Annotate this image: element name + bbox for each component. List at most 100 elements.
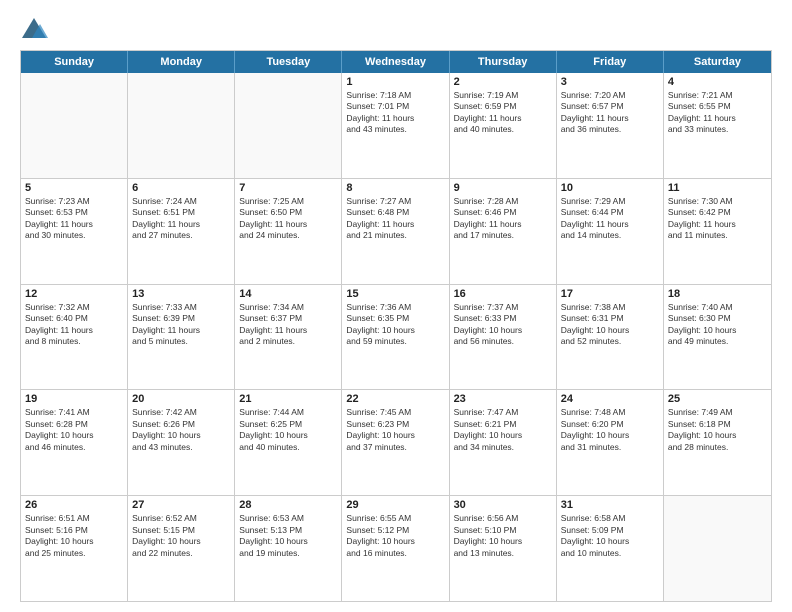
calendar-cell: 19 Sunrise: 7:41 AM Sunset: 6:28 PM Dayli… — [21, 390, 128, 495]
calendar-cell: 4Sunrise: 7:21 AM Sunset: 6:55 PM Daylig… — [664, 73, 771, 178]
cell-day-number: 30 — [454, 499, 552, 511]
cell-info: Sunrise: 7:34 AM Sunset: 6:37 PM Dayligh… — [239, 302, 337, 348]
cell-day-number: 26 — [25, 499, 123, 511]
calendar-cell: 23 Sunrise: 7:47 AM Sunset: 6:21 PM Dayli… — [450, 390, 557, 495]
cell-info: Sunrise: 6:58 AM Sunset: 5:09 PM Dayligh… — [561, 513, 659, 559]
cell-info: Sunrise: 7:23 AM Sunset: 6:53 PM Dayligh… — [25, 196, 123, 242]
cell-day-number: 24 — [561, 393, 659, 405]
calendar-cell: 27 Sunrise: 6:52 AM Sunset: 5:15 PM Dayli… — [128, 496, 235, 601]
cell-info: Sunrise: 7:40 AM Sunset: 6:30 PM Dayligh… — [668, 302, 767, 348]
cell-day-number: 10 — [561, 182, 659, 194]
calendar-body: 1 Sunrise: 7:18 AM Sunset: 7:01 PM Daylig… — [21, 73, 771, 601]
cell-info: Sunrise: 6:53 AM Sunset: 5:13 PM Dayligh… — [239, 513, 337, 559]
calendar-cell: 21 Sunrise: 7:44 AM Sunset: 6:25 PM Dayli… — [235, 390, 342, 495]
calendar-cell: 16Sunrise: 7:37 AM Sunset: 6:33 PM Dayli… — [450, 285, 557, 390]
logo-icon — [20, 16, 48, 44]
cell-day-number: 2 — [454, 76, 552, 88]
cell-day-number: 27 — [132, 499, 230, 511]
header-cell-tuesday: Tuesday — [235, 51, 342, 73]
cell-info: Sunrise: 6:55 AM Sunset: 5:12 PM Dayligh… — [346, 513, 444, 559]
cell-info: Sunrise: 7:33 AM Sunset: 6:39 PM Dayligh… — [132, 302, 230, 348]
cell-info: Sunrise: 7:30 AM Sunset: 6:42 PM Dayligh… — [668, 196, 767, 242]
calendar-cell: 11 Sunrise: 7:30 AM Sunset: 6:42 PM Dayli… — [664, 179, 771, 284]
calendar-row-3: 12Sunrise: 7:32 AM Sunset: 6:40 PM Dayli… — [21, 284, 771, 390]
calendar-cell: 1 Sunrise: 7:18 AM Sunset: 7:01 PM Daylig… — [342, 73, 449, 178]
cell-info: Sunrise: 7:29 AM Sunset: 6:44 PM Dayligh… — [561, 196, 659, 242]
cell-day-number: 12 — [25, 288, 123, 300]
cell-info: Sunrise: 7:38 AM Sunset: 6:31 PM Dayligh… — [561, 302, 659, 348]
cell-day-number: 28 — [239, 499, 337, 511]
calendar-cell: 2 Sunrise: 7:19 AM Sunset: 6:59 PM Daylig… — [450, 73, 557, 178]
cell-info: Sunrise: 7:41 AM Sunset: 6:28 PM Dayligh… — [25, 407, 123, 453]
cell-info: Sunrise: 7:19 AM Sunset: 6:59 PM Dayligh… — [454, 90, 552, 136]
cell-day-number: 1 — [346, 76, 444, 88]
calendar-cell: 22 Sunrise: 7:45 AM Sunset: 6:23 PM Dayli… — [342, 390, 449, 495]
calendar-row-1: 1 Sunrise: 7:18 AM Sunset: 7:01 PM Daylig… — [21, 73, 771, 178]
cell-day-number: 7 — [239, 182, 337, 194]
header-cell-wednesday: Wednesday — [342, 51, 449, 73]
cell-day-number: 29 — [346, 499, 444, 511]
cell-info: Sunrise: 7:28 AM Sunset: 6:46 PM Dayligh… — [454, 196, 552, 242]
calendar-cell: 29 Sunrise: 6:55 AM Sunset: 5:12 PM Dayli… — [342, 496, 449, 601]
cell-day-number: 22 — [346, 393, 444, 405]
calendar-cell: 28 Sunrise: 6:53 AM Sunset: 5:13 PM Dayli… — [235, 496, 342, 601]
header-cell-friday: Friday — [557, 51, 664, 73]
calendar-row-4: 19 Sunrise: 7:41 AM Sunset: 6:28 PM Dayli… — [21, 389, 771, 495]
cell-day-number: 21 — [239, 393, 337, 405]
calendar-cell: 3 Sunrise: 7:20 AM Sunset: 6:57 PM Daylig… — [557, 73, 664, 178]
cell-day-number: 8 — [346, 182, 444, 194]
cell-day-number: 19 — [25, 393, 123, 405]
calendar-cell: 13 Sunrise: 7:33 AM Sunset: 6:39 PM Dayli… — [128, 285, 235, 390]
cell-info: Sunrise: 6:52 AM Sunset: 5:15 PM Dayligh… — [132, 513, 230, 559]
calendar-cell — [664, 496, 771, 601]
page: SundayMondayTuesdayWednesdayThursdayFrid… — [0, 0, 792, 612]
header-cell-sunday: Sunday — [21, 51, 128, 73]
cell-day-number: 3 — [561, 76, 659, 88]
calendar-cell — [21, 73, 128, 178]
calendar-row-2: 5 Sunrise: 7:23 AM Sunset: 6:53 PM Daylig… — [21, 178, 771, 284]
cell-info: Sunrise: 7:37 AM Sunset: 6:33 PM Dayligh… — [454, 302, 552, 348]
calendar-cell: 31 Sunrise: 6:58 AM Sunset: 5:09 PM Dayli… — [557, 496, 664, 601]
calendar-cell: 5 Sunrise: 7:23 AM Sunset: 6:53 PM Daylig… — [21, 179, 128, 284]
cell-day-number: 13 — [132, 288, 230, 300]
calendar-row-5: 26 Sunrise: 6:51 AM Sunset: 5:16 PM Dayli… — [21, 495, 771, 601]
cell-day-number: 11 — [668, 182, 767, 194]
calendar-cell: 9 Sunrise: 7:28 AM Sunset: 6:46 PM Daylig… — [450, 179, 557, 284]
header-cell-saturday: Saturday — [664, 51, 771, 73]
cell-info: Sunrise: 7:20 AM Sunset: 6:57 PM Dayligh… — [561, 90, 659, 136]
calendar-cell: 20Sunrise: 7:42 AM Sunset: 6:26 PM Dayli… — [128, 390, 235, 495]
cell-info: Sunrise: 7:36 AM Sunset: 6:35 PM Dayligh… — [346, 302, 444, 348]
calendar-cell: 26 Sunrise: 6:51 AM Sunset: 5:16 PM Dayli… — [21, 496, 128, 601]
logo — [20, 16, 52, 44]
cell-day-number: 18 — [668, 288, 767, 300]
cell-day-number: 31 — [561, 499, 659, 511]
calendar-cell: 17 Sunrise: 7:38 AM Sunset: 6:31 PM Dayli… — [557, 285, 664, 390]
cell-day-number: 17 — [561, 288, 659, 300]
cell-info: Sunrise: 7:25 AM Sunset: 6:50 PM Dayligh… — [239, 196, 337, 242]
cell-info: Sunrise: 7:48 AM Sunset: 6:20 PM Dayligh… — [561, 407, 659, 453]
cell-day-number: 5 — [25, 182, 123, 194]
cell-day-number: 15 — [346, 288, 444, 300]
cell-info: Sunrise: 7:18 AM Sunset: 7:01 PM Dayligh… — [346, 90, 444, 136]
cell-info: Sunrise: 7:45 AM Sunset: 6:23 PM Dayligh… — [346, 407, 444, 453]
cell-info: Sunrise: 6:51 AM Sunset: 5:16 PM Dayligh… — [25, 513, 123, 559]
cell-info: Sunrise: 7:47 AM Sunset: 6:21 PM Dayligh… — [454, 407, 552, 453]
cell-info: Sunrise: 7:27 AM Sunset: 6:48 PM Dayligh… — [346, 196, 444, 242]
cell-day-number: 23 — [454, 393, 552, 405]
cell-info: Sunrise: 6:56 AM Sunset: 5:10 PM Dayligh… — [454, 513, 552, 559]
calendar-cell: 30 Sunrise: 6:56 AM Sunset: 5:10 PM Dayli… — [450, 496, 557, 601]
calendar-cell: 25Sunrise: 7:49 AM Sunset: 6:18 PM Dayli… — [664, 390, 771, 495]
calendar-cell: 18 Sunrise: 7:40 AM Sunset: 6:30 PM Dayli… — [664, 285, 771, 390]
cell-day-number: 6 — [132, 182, 230, 194]
calendar-cell: 7 Sunrise: 7:25 AM Sunset: 6:50 PM Daylig… — [235, 179, 342, 284]
header — [20, 16, 772, 44]
header-cell-monday: Monday — [128, 51, 235, 73]
calendar-cell: 14Sunrise: 7:34 AM Sunset: 6:37 PM Dayli… — [235, 285, 342, 390]
cell-info: Sunrise: 7:44 AM Sunset: 6:25 PM Dayligh… — [239, 407, 337, 453]
calendar-cell — [128, 73, 235, 178]
calendar: SundayMondayTuesdayWednesdayThursdayFrid… — [20, 50, 772, 602]
calendar-cell: 12Sunrise: 7:32 AM Sunset: 6:40 PM Dayli… — [21, 285, 128, 390]
cell-info: Sunrise: 7:24 AM Sunset: 6:51 PM Dayligh… — [132, 196, 230, 242]
calendar-header-row: SundayMondayTuesdayWednesdayThursdayFrid… — [21, 51, 771, 73]
cell-day-number: 9 — [454, 182, 552, 194]
